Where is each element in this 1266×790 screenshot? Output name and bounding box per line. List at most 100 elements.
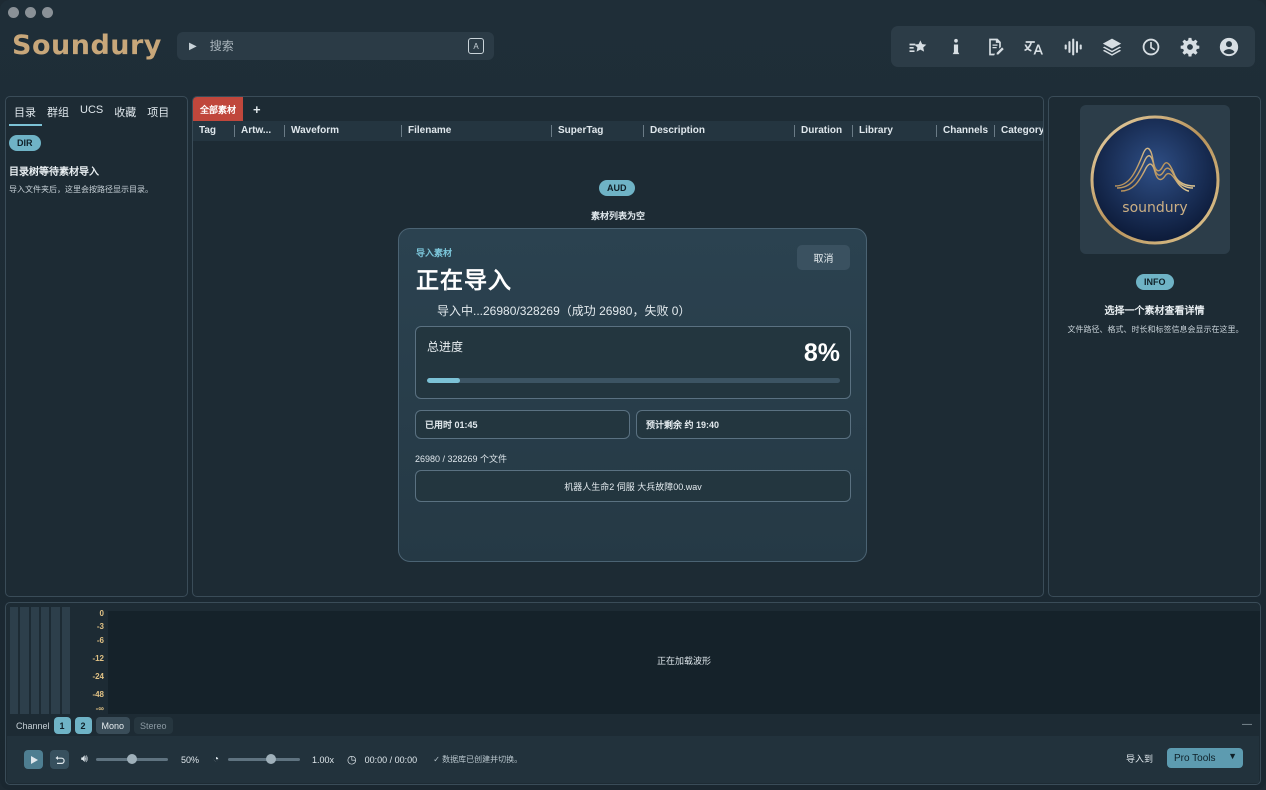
- collapse-icon[interactable]: —: [1242, 719, 1252, 730]
- column-header-supertag[interactable]: SuperTag: [552, 125, 644, 137]
- tab-favorites[interactable]: 收藏: [109, 102, 142, 126]
- meter-bar: [20, 607, 29, 714]
- directory-empty-title: 目录树等待素材导入: [9, 167, 99, 178]
- artwork: soundury: [1080, 105, 1230, 254]
- meter-scale-label: -6: [96, 636, 104, 645]
- zoom-window-button[interactable]: [42, 7, 53, 18]
- meter-bar: [51, 607, 60, 714]
- volume-icon[interactable]: 🔊︎: [81, 753, 88, 766]
- current-file: 机器人生命2 伺服 大兵故障00.wav: [415, 470, 851, 502]
- translate-button[interactable]: [1021, 34, 1047, 60]
- column-header-channels[interactable]: Channels: [937, 125, 995, 137]
- volume-slider-handle[interactable]: [126, 754, 137, 764]
- waveform-area[interactable]: 正在加载波形: [108, 611, 1260, 714]
- tab-all-assets[interactable]: 全部素材: [193, 97, 244, 121]
- waveform-button[interactable]: [1060, 34, 1086, 60]
- search-input[interactable]: [209, 39, 468, 53]
- play-icon: [30, 755, 38, 764]
- meter-scale-label: -∞: [95, 704, 104, 713]
- loop-icon: [55, 755, 65, 764]
- elapsed-time: 已用时 01:45: [415, 410, 630, 439]
- left-tab-bar: 目录 群组 UCS 收藏 项目: [6, 97, 187, 126]
- clock-icon: ◷: [347, 754, 357, 766]
- edit-document-icon: [988, 38, 1004, 55]
- volume-value: 50%: [180, 754, 199, 765]
- directory-empty-subtitle: 导入文件夹后，这里会按路径显示目录。: [9, 185, 153, 194]
- language-icon: [1024, 40, 1043, 54]
- transport-bar: 🔊︎ 50% ◔ 1.00x ◷ 00:00 / 00:00 ✓ 数据库已创建并…: [7, 736, 1259, 783]
- import-to-label: 导入到: [1125, 754, 1153, 764]
- column-header-library[interactable]: Library: [853, 125, 937, 137]
- speed-slider[interactable]: [228, 754, 300, 764]
- meter-bar: [10, 607, 19, 714]
- info-icon: [952, 38, 959, 54]
- channel-1-button[interactable]: 1: [53, 717, 71, 734]
- progress-bar-fill: [427, 378, 461, 383]
- tab-ucs[interactable]: UCS: [75, 102, 109, 126]
- cancel-button[interactable]: 取消: [797, 245, 850, 270]
- channel-2-button[interactable]: 2: [74, 717, 92, 734]
- loop-button[interactable]: [50, 750, 69, 769]
- column-header-description[interactable]: Description: [644, 125, 795, 137]
- column-header-category[interactable]: Category: [995, 125, 1043, 137]
- history-button[interactable]: [1138, 34, 1164, 60]
- add-tab-button[interactable]: +: [253, 102, 261, 117]
- channel-selector: Channel 1 2 Mono Stereo: [16, 717, 173, 734]
- translate-icon[interactable]: A: [468, 38, 484, 54]
- edit-document-button[interactable]: [982, 34, 1008, 60]
- account-icon: [1220, 37, 1239, 56]
- soundury-logo-image: soundury: [1090, 115, 1220, 244]
- window-controls: [8, 7, 53, 18]
- progress-label: 总进度: [427, 340, 464, 354]
- speed-value: 1.00x: [312, 754, 335, 765]
- account-button[interactable]: [1216, 34, 1242, 60]
- waveform-loading-text: 正在加载波形: [656, 656, 711, 666]
- file-count: 26980 / 328269 个文件: [415, 454, 508, 464]
- app-logo: Soundury: [12, 30, 162, 61]
- search-bar[interactable]: ▶ A: [177, 32, 494, 60]
- column-header-duration[interactable]: Duration: [795, 125, 853, 137]
- import-dialog: 导入素材 正在导入 取消 导入中...26980/328269（成功 26980…: [398, 228, 867, 562]
- tab-directory[interactable]: 目录: [9, 102, 42, 126]
- tab-projects[interactable]: 项目: [142, 102, 175, 126]
- logo-text: soundury: [1122, 200, 1187, 216]
- column-header-tag[interactable]: Tag: [193, 125, 235, 137]
- toolbar: [891, 26, 1255, 67]
- empty-list-text: 素材列表为空: [590, 211, 645, 221]
- overall-progress-card: 总进度 8%: [415, 326, 851, 399]
- chevron-down-icon: ▼: [1228, 751, 1237, 761]
- remaining-time: 预计剩余 约 19:40: [636, 410, 851, 439]
- stereo-button[interactable]: Stereo: [134, 717, 173, 734]
- detail-empty-subtitle: 文件路径、格式、时长和标签信息会显示在这里。: [1067, 325, 1244, 334]
- waveform-icon: [1064, 38, 1082, 55]
- play-icon[interactable]: ▶: [189, 41, 197, 52]
- speed-icon: ◔: [212, 754, 219, 765]
- player-panel: 0 -3 -6 -12 -24 -48 -∞ 正在加载波形 Channel 1 …: [5, 602, 1261, 785]
- tab-groups[interactable]: 群组: [42, 102, 75, 126]
- column-header-artwork[interactable]: Artw...: [235, 125, 285, 137]
- mono-button[interactable]: Mono: [95, 717, 131, 734]
- minimize-window-button[interactable]: [25, 7, 36, 18]
- settings-button[interactable]: [1177, 34, 1203, 60]
- status-message: ✓ 数据库已创建并切换。: [433, 755, 523, 764]
- column-header-filename[interactable]: Filename: [402, 125, 552, 137]
- import-target-select[interactable]: Pro Tools ▼: [1167, 748, 1243, 768]
- speed-slider-handle[interactable]: [266, 754, 277, 764]
- app-window: Soundury ▶ A: [0, 0, 1266, 790]
- aud-badge: AUD: [599, 180, 635, 196]
- meter-scale-label: -3: [96, 622, 104, 631]
- layers-button[interactable]: [1099, 34, 1125, 60]
- column-header-waveform[interactable]: Waveform: [285, 125, 402, 137]
- meter-bar: [30, 607, 39, 714]
- close-window-button[interactable]: [8, 7, 19, 18]
- gear-icon: [1180, 37, 1200, 56]
- import-target-value: Pro Tools: [1174, 752, 1216, 764]
- detail-panel: soundury INFO 选择一个素材查看详情 文件路径、格式、时长和标签信息…: [1048, 96, 1261, 597]
- volume-slider[interactable]: [95, 754, 168, 764]
- table-header: Tag Artw... Waveform Filename SuperTag D…: [193, 121, 1043, 141]
- meter-scale-label: 0: [99, 609, 104, 618]
- play-button[interactable]: [24, 750, 43, 769]
- star-list-icon: [909, 39, 926, 52]
- favorites-button[interactable]: [904, 34, 930, 60]
- info-button[interactable]: [943, 34, 969, 60]
